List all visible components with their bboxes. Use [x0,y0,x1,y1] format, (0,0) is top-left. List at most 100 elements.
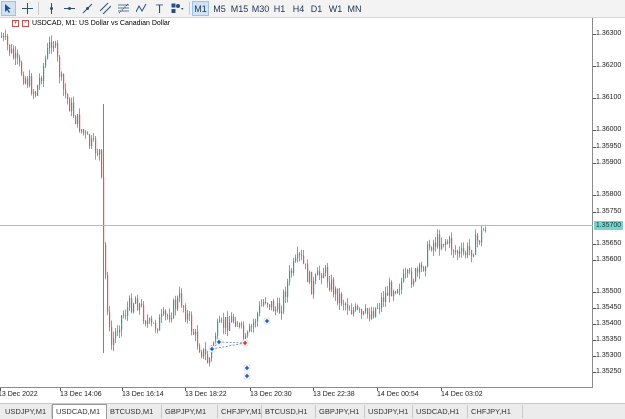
candle-body [91,138,93,147]
candle-body [83,129,85,134]
timeframe-d1[interactable]: D1 [308,1,325,16]
time-axis[interactable]: 13 Dec 2022 13 Dec 14:06 13 Dec 16:14 13 De… [0,388,593,402]
chart-tab-gbpjpy-h1[interactable]: GBPJPY,H1 [316,405,365,418]
candlestick-chart[interactable] [0,18,593,388]
candle-body [203,348,205,357]
candle-body [47,48,49,59]
candle-body [407,270,409,274]
timeframe-m5[interactable]: M5 [211,1,228,16]
candle-body [23,74,25,84]
candle-body [65,89,67,95]
chart-tab-usdcad-m1[interactable]: USDCAD,M1 [52,404,107,419]
candle-body [385,292,387,302]
text-icon[interactable]: T [152,1,167,16]
vertical-line-icon[interactable] [44,1,59,16]
candle-body [151,318,153,323]
candle-body [393,291,395,297]
candle-body [331,279,333,290]
candle-body [411,271,413,285]
candle-body [231,316,233,323]
chart-tab-chfjpy-m1[interactable]: CHFJPY,M1 [218,405,262,418]
horizontal-line-icon[interactable] [62,1,77,16]
candle-body [479,240,481,243]
pattern-icon[interactable] [134,1,149,16]
candle-body [87,132,89,135]
channel-icon[interactable] [98,1,113,16]
candle-body [333,279,335,295]
price-label: 1.35250 [596,368,622,375]
trendline-icon[interactable] [80,1,95,16]
candle-body [389,282,391,296]
chart-tab-chfjpy-h1[interactable]: CHFJPY,H1 [468,405,523,418]
price-axis[interactable]: 1.36300 1.36200 1.36100 1.36000 1.35950 1.359… [593,18,625,388]
candle-body [405,273,407,275]
candle-body [161,313,163,318]
candle-body [173,299,175,319]
candle-body [9,44,11,53]
candle-body [467,245,469,256]
candle-body [155,322,157,330]
candle-body [89,134,91,147]
candle-body [163,310,165,314]
candle-body [191,315,193,332]
candle-body [85,132,87,134]
timeframe-m15[interactable]: M15 [229,1,250,16]
candle-body [55,43,57,46]
candle-body [143,305,145,322]
timeframe-mn[interactable]: MN [346,1,363,16]
candle-body [275,309,277,312]
candle-body [453,250,455,252]
candle-body [395,291,397,293]
chart-tab-usdjpy-m1[interactable]: USDJPY,M1 [2,405,52,418]
candle-body [79,114,81,132]
candle-body [57,43,59,57]
chart-mini-icon[interactable]: × [22,20,29,27]
chart-tab-usdcad-h1[interactable]: USDCAD,H1 [413,405,468,418]
candle-body [71,102,73,112]
toolbar-separator [38,2,39,15]
candle-body [69,98,71,112]
timeframe-m1[interactable]: M1 [192,1,209,16]
chart-tab-btcusd-m1[interactable]: BTCUSD,M1 [107,405,162,418]
candle-body [169,315,171,320]
candle-body [351,310,353,315]
candle-body [341,293,343,304]
candle-body [125,314,127,316]
candle-body [219,320,221,323]
time-label: 13 Dec 18:22 [185,391,227,398]
shapes-icon[interactable] [170,1,185,16]
candle-body [439,234,441,249]
price-label: 1.36300 [596,30,622,37]
chart-tab-usdjpy-h1[interactable]: USDJPY,H1 [365,405,413,418]
timeframe-w1[interactable]: W1 [327,1,344,16]
candle-body [43,66,45,82]
cursor-icon[interactable] [1,1,16,16]
time-label: 13 Dec 14:06 [60,391,102,398]
candle-body [279,303,281,314]
candle-body [259,305,261,314]
candle-body [165,310,167,316]
timeframe-h4[interactable]: H4 [290,1,307,16]
timeframe-h1[interactable]: H1 [271,1,288,16]
candle-body [317,270,319,276]
candle-body [361,309,363,315]
candle-body [481,230,483,243]
candle-body [457,250,459,254]
trade-connector-line [218,341,246,344]
candle-body [189,313,191,316]
fibonacci-icon[interactable] [116,1,131,16]
price-label: 1.35750 [596,208,622,215]
timeframe-m30[interactable]: M30 [251,1,270,16]
candle-body [99,149,101,155]
candle-body [447,241,449,244]
candle-body [419,264,421,273]
crosshair-icon[interactable] [20,1,35,16]
candle-body [109,312,111,327]
candle-body [27,78,29,86]
chart-tab-btcusd-h1[interactable]: BTCUSD,H1 [262,405,316,418]
candle-body [223,319,225,329]
toolbar: T M1 M5 M15 M30 H1 H4 D1 W1 MN [0,0,625,18]
chart-tab-gbpjpy-m1[interactable]: GBPJPY,M1 [162,405,218,418]
candle-body [319,270,321,276]
chart-mini-icon[interactable]: ▾ [12,20,19,27]
